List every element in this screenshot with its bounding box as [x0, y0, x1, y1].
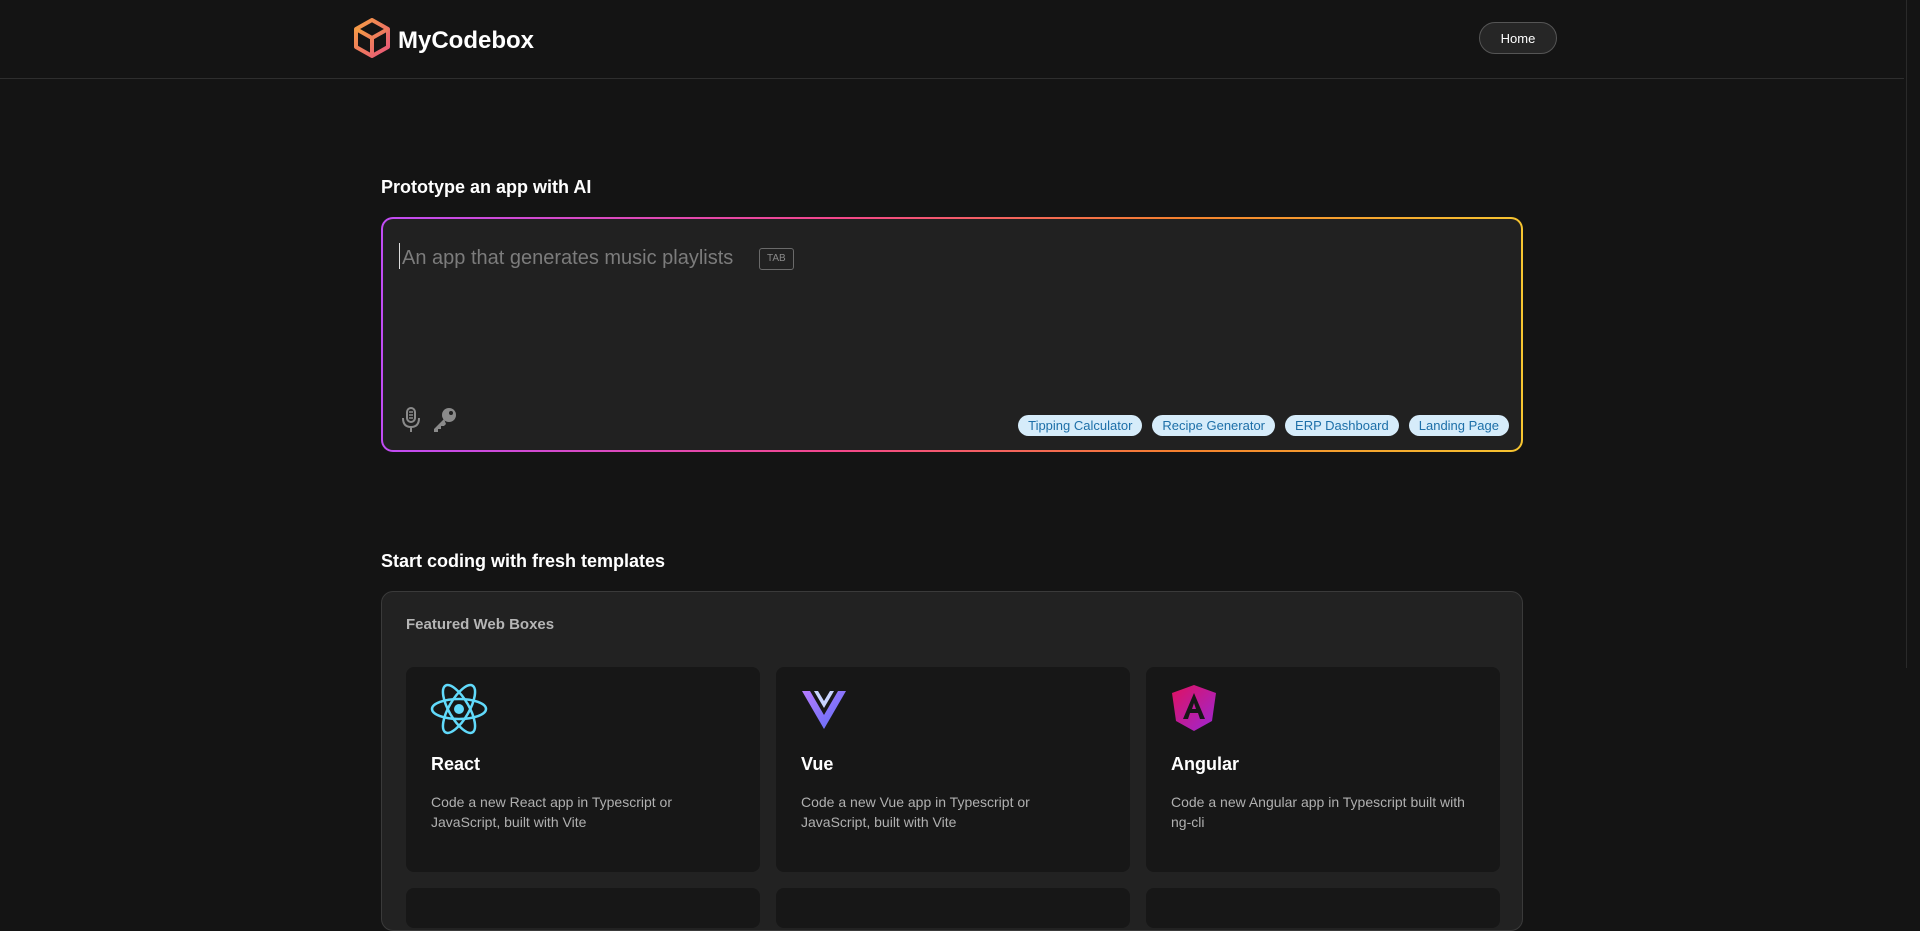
angular-icon: [1170, 683, 1218, 740]
scrollbar-thumb[interactable]: [1906, 0, 1919, 668]
template-card-angular[interactable]: Angular Code a new Angular app in Typesc…: [1146, 667, 1500, 872]
chip-recipe-generator[interactable]: Recipe Generator: [1152, 415, 1276, 436]
template-card-placeholder[interactable]: [406, 888, 760, 928]
prototype-title: Prototype an app with AI: [381, 177, 592, 197]
templates-title: Start coding with fresh templates: [381, 551, 666, 571]
card-title: Angular: [1171, 754, 1240, 774]
microphone-icon[interactable]: [401, 407, 421, 438]
prompt-input[interactable]: An app that generates music playlists: [402, 247, 733, 270]
chip-erp-dashboard[interactable]: ERP Dashboard: [1285, 415, 1399, 436]
vue-icon: [800, 683, 848, 740]
featured-title: Featured Web Boxes: [406, 616, 555, 633]
card-description: Code a new Angular app in Typescript bui…: [1171, 794, 1465, 830]
suggestion-chips: Tipping Calculator Recipe Generator ERP …: [1018, 415, 1509, 436]
template-card-placeholder[interactable]: [1146, 888, 1500, 928]
card-description: Code a new React app in Typescript or Ja…: [431, 794, 672, 830]
brand-logo[interactable]: MyCodebox: [354, 18, 534, 63]
card-title: React: [431, 754, 481, 774]
template-card-react[interactable]: React Code a new React app in Typescript…: [406, 667, 760, 872]
chip-tipping-calculator[interactable]: Tipping Calculator: [1018, 415, 1143, 436]
react-icon: [430, 683, 488, 740]
home-button[interactable]: Home: [1479, 22, 1557, 54]
template-card-vue[interactable]: Vue Code a new Vue app in Typescript or …: [776, 667, 1130, 872]
tab-hint-badge: TAB: [759, 248, 794, 270]
key-icon[interactable]: [431, 406, 459, 439]
cube-logo-icon: [354, 18, 390, 63]
card-title: Vue: [801, 754, 834, 774]
text-caret: [399, 243, 400, 269]
brand-name: MyCodebox: [398, 26, 535, 54]
prompt-box: An app that generates music playlists TA…: [381, 217, 1523, 452]
templates-panel: Featured Web Boxes React Code a new Reac…: [381, 591, 1523, 931]
top-header: MyCodebox Home: [0, 0, 1904, 79]
template-card-placeholder[interactable]: [776, 888, 1130, 928]
chip-landing-page[interactable]: Landing Page: [1408, 415, 1509, 436]
card-description: Code a new Vue app in Typescript or Java…: [801, 794, 1030, 830]
